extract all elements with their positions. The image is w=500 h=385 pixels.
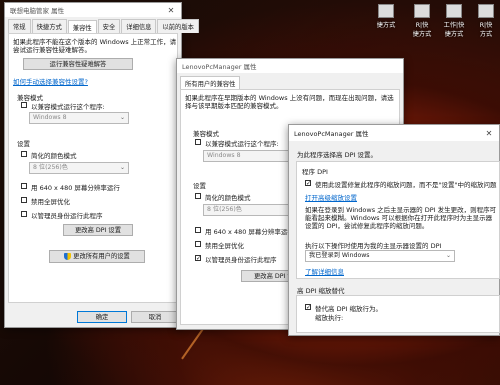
chevron-down-icon: ⌄ (119, 164, 125, 171)
dpi-description: 如果在登录到 Windows 之后主显示器的 DPI 发生更改，则程序可能看起来… (305, 206, 497, 230)
fullscreen-opt-checkbox[interactable] (195, 241, 201, 247)
intro-text: 如果此程序在早期版本的 Windows 上没有问题，而现在出现问题，请选择与该早… (185, 94, 394, 110)
compat-mode-label: 以兼容模式运行这个程序: (31, 103, 105, 111)
desktop-shortcut-label: 捷方式 (412, 31, 432, 38)
desktop-shortcut-label: 捷方式 (376, 22, 396, 29)
color-mode-value: 8 位(256)色 (33, 164, 68, 171)
desktop-shortcut-label: R|快 (479, 22, 493, 29)
override-header: 高 DPI 缩放替代 (297, 287, 345, 295)
res-640-checkbox[interactable] (21, 183, 27, 189)
program-dpi-checkbox[interactable]: ✓ (305, 180, 311, 187)
run-as-admin-label: 以管理员身份运行此程序 (31, 212, 103, 220)
change-all-users-button[interactable]: 更改所有用户的设置 (49, 250, 145, 263)
res-640-label: 用 640 x 480 屏幕分辨率运行 (205, 228, 294, 236)
cancel-button[interactable]: 取消 (131, 311, 179, 323)
compatibility-panel: 如果此程序不能在这个版本的 Windows 上正常工作，请尝试运行兼容性疑难解答… (8, 33, 178, 303)
tab-shortcut[interactable]: 快捷方式 (31, 19, 67, 33)
program-dpi-header: 程序 DPI (302, 168, 328, 176)
manual-compat-link[interactable]: 如何手动选择兼容性设置? (13, 76, 88, 86)
desktop-shortcut-label: 方式 (479, 31, 493, 38)
open-scaling-settings-link[interactable]: 打开高级缩放设置 (305, 192, 357, 202)
tab-strip: 所有用户的兼容性 (177, 73, 403, 90)
desktop-shortcut-label: 捷方式 (444, 31, 464, 38)
res-640-checkbox[interactable] (195, 227, 201, 233)
program-dpi-group: 程序 DPI ✓ 使用此设置修复此程序的缩放问题，而不是"设置"中的缩放问题 打… (296, 161, 500, 279)
res-640-label: 用 640 x 480 屏幕分辨率运行 (31, 184, 120, 192)
settings-header: 设置 (193, 182, 206, 190)
override-sub-label: 缩放执行: (315, 314, 344, 322)
fullscreen-opt-label: 禁用全屏优化 (31, 198, 70, 206)
shortcut-icon (378, 4, 394, 18)
change-dpi-button[interactable]: 更改高 DPI 设置 (63, 224, 133, 236)
window-title: 联想电脑管家 属性 (10, 7, 65, 15)
use-dpi-value: 我已登录到 Windows (309, 252, 370, 259)
shortcut-icon (446, 4, 462, 18)
shortcut-icon (478, 4, 494, 18)
reduced-color-checkbox[interactable] (21, 151, 27, 157)
run-as-admin-checkbox[interactable] (21, 211, 27, 217)
compat-mode-label: 以兼容模式运行这个程序: (205, 140, 279, 148)
tab-general[interactable]: 常规 (8, 19, 31, 33)
compat-mode-select[interactable]: Windows 8 ⌄ (29, 112, 129, 124)
use-dpi-label: 执行以下操作时使用为我的主显示器设置的 DPI (305, 242, 442, 250)
dpi-choose-text: 为此程序选择高 DPI 设置。 (297, 151, 377, 159)
override-group: ✓ 替代高 DPI 缩放行为。 缩放执行: (296, 295, 500, 333)
run-as-admin-label: 以管理员身份运行此程序 (205, 256, 277, 264)
ok-button[interactable]: 确定 (77, 311, 127, 323)
shortcut-icon (414, 4, 430, 18)
window-title: LenovoPcManager 属性 (294, 130, 369, 138)
desktop-shortcut[interactable]: R|快 捷方式 (410, 4, 434, 38)
desktop-shortcut-label: 工作|快 (443, 22, 465, 29)
chevron-down-icon: ⌄ (119, 114, 125, 121)
use-dpi-select[interactable]: 我已登录到 Windows ⌄ (305, 250, 455, 262)
fullscreen-opt-label: 禁用全屏优化 (205, 242, 244, 250)
compat-mode-header: 兼容模式 (193, 130, 219, 138)
compat-mode-value: Windows 8 (207, 152, 241, 159)
settings-header: 设置 (17, 140, 30, 148)
title-bar[interactable]: LenovoPcManager 属性 (177, 59, 403, 73)
shield-icon (64, 252, 72, 260)
desktop-shortcut-label: R|快 (415, 22, 429, 29)
desktop-shortcut[interactable]: 捷方式 (374, 4, 398, 29)
change-all-users-label: 更改所有用户的设置 (73, 253, 130, 260)
compat-mode-checkbox[interactable] (21, 102, 27, 108)
tab-compatibility[interactable]: 兼容性 (67, 20, 97, 34)
reduced-color-label: 简化的颜色模式 (31, 152, 77, 160)
run-troubleshooter-button[interactable]: 运行兼容性疑难解答 (23, 58, 133, 70)
compat-mode-value: Windows 8 (33, 114, 67, 121)
color-mode-value: 8 位(256)色 (207, 206, 242, 213)
title-bar[interactable]: LenovoPcManager 属性 ✕ (289, 125, 499, 141)
properties-window-1: 联想电脑管家 属性 ✕ 常规 快捷方式 兼容性 安全 详细信息 以前的版本 如果… (4, 2, 199, 328)
desktop-shortcut[interactable]: R|快 方式 (474, 4, 498, 38)
chevron-down-icon: ⌄ (445, 252, 451, 259)
dpi-settings-window: LenovoPcManager 属性 ✕ 为此程序选择高 DPI 设置。 程序 … (288, 124, 500, 336)
run-as-admin-checkbox[interactable]: ✓ (195, 255, 201, 262)
close-icon[interactable]: ✕ (166, 6, 176, 15)
tab-strip: 常规 快捷方式 兼容性 安全 详细信息 以前的版本 (5, 17, 199, 34)
title-bar[interactable]: 联想电脑管家 属性 ✕ (5, 3, 181, 17)
tab-security[interactable]: 安全 (97, 19, 121, 33)
tab-previous-versions[interactable]: 以前的版本 (157, 19, 199, 33)
tab-details[interactable]: 详细信息 (121, 19, 157, 33)
learn-more-link[interactable]: 了解详细信息 (305, 266, 344, 276)
intro-text: 如果此程序不能在这个版本的 Windows 上正常工作，请尝试运行兼容性疑难解答… (13, 38, 177, 54)
program-dpi-label: 使用此设置修复此程序的缩放问题，而不是"设置"中的缩放问题 (315, 181, 497, 189)
compat-mode-checkbox[interactable] (195, 139, 201, 145)
window-title: LenovoPcManager 属性 (182, 63, 257, 71)
desktop-shortcut[interactable]: 工作|快 捷方式 (442, 4, 466, 38)
reduced-color-label: 简化的颜色模式 (205, 194, 251, 202)
fullscreen-opt-checkbox[interactable] (21, 197, 27, 203)
tab-all-users-compat[interactable]: 所有用户的兼容性 (180, 76, 241, 90)
reduced-color-checkbox[interactable] (195, 193, 201, 199)
close-icon[interactable]: ✕ (484, 129, 494, 138)
override-dpi-checkbox[interactable]: ✓ (305, 304, 311, 311)
color-mode-select[interactable]: 8 位(256)色 ⌄ (29, 162, 129, 174)
